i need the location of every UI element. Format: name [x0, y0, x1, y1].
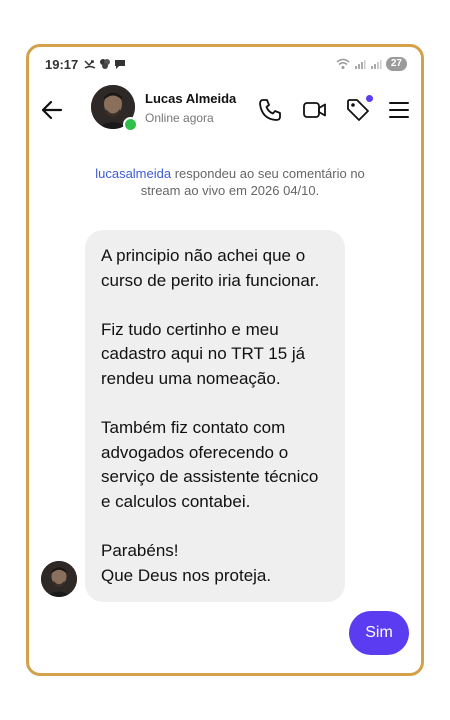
wifi-icon: [336, 58, 350, 69]
battery-icon: 27: [385, 57, 407, 71]
phone-icon[interactable]: [257, 97, 283, 123]
chat-header: Lucas Almeida Online agora: [29, 85, 421, 135]
arrow-left-icon[interactable]: [39, 97, 65, 123]
reply-sim-button[interactable]: Sim: [349, 611, 409, 655]
signal-icon: [354, 60, 366, 69]
status-bar: 19:17 27: [29, 47, 421, 81]
contact-status: Online agora: [145, 111, 214, 125]
missed-call-icon: [84, 60, 96, 69]
story-reply-notice: lucasalmeida respondeu ao seu comentário…: [89, 165, 371, 199]
signal-icon-2: [370, 60, 382, 69]
person-photo-icon: [41, 561, 77, 597]
message-paragraph: A principio não achei que o curso de per…: [101, 246, 320, 290]
contact-name[interactable]: Lucas Almeida: [145, 91, 236, 106]
status-time: 19:17: [45, 56, 79, 72]
message-bubble[interactable]: A principio não achei que o curso de per…: [85, 230, 345, 603]
app-notification-icon: [100, 59, 111, 69]
video-camera-icon[interactable]: [302, 97, 328, 123]
message-paragraph: Parabéns! Que Deus nos proteja.: [101, 541, 272, 585]
phone-screen: 19:17 27 Lucas Almeida Online agora luca…: [26, 44, 424, 676]
message-paragraph: Fiz tudo certinho e meu cadastro aqui no…: [101, 319, 306, 388]
hamburger-menu-icon[interactable]: [386, 97, 412, 123]
message-icon: [115, 60, 126, 69]
online-status-dot: [123, 117, 138, 132]
notification-dot: [366, 95, 373, 102]
message-paragraph: Também fiz contato com advogados oferece…: [101, 418, 319, 511]
sender-avatar[interactable]: [41, 561, 77, 597]
notice-username[interactable]: lucasalmeida: [95, 166, 171, 181]
notice-text: respondeu ao seu comentário no stream ao…: [140, 166, 365, 198]
